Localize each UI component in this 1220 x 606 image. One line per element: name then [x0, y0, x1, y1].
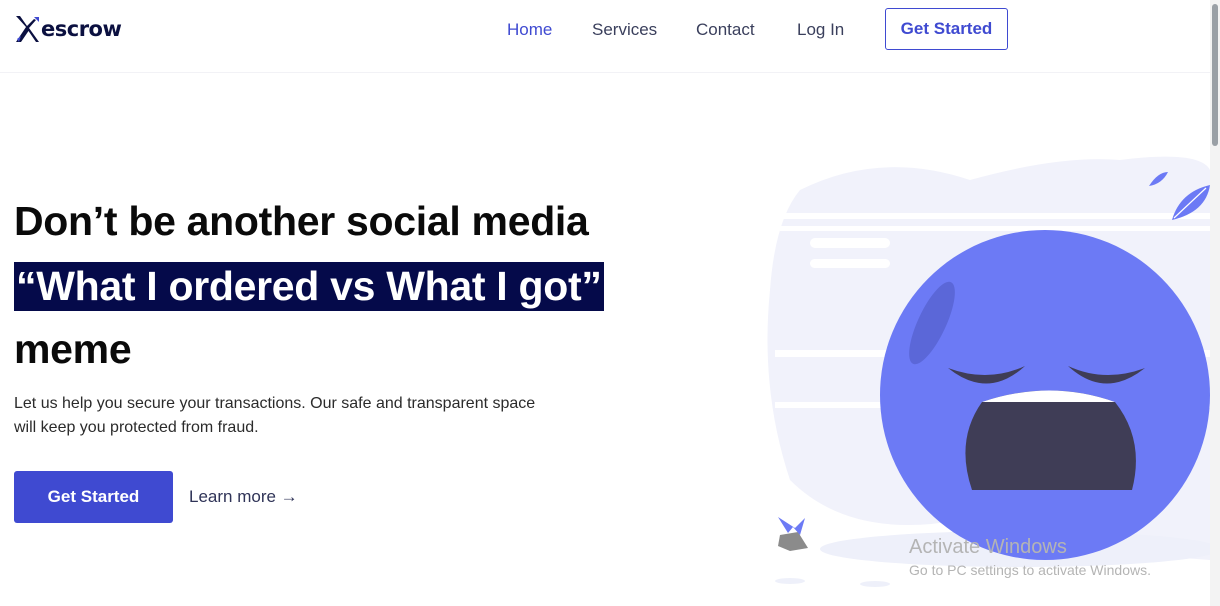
page-scrollbar[interactable]	[1210, 0, 1220, 606]
activate-windows-title: Activate Windows	[909, 536, 1067, 558]
learn-more-link[interactable]: Learn more →	[189, 487, 298, 507]
hero-subtitle: Let us help you secure your transactions…	[14, 395, 536, 436]
hero-title-line3: meme	[14, 326, 132, 372]
scrollbar-thumb[interactable]	[1212, 4, 1218, 146]
site-header: escrow Home Services Contact Log In Get …	[0, 0, 1210, 73]
brand-logo[interactable]: escrow	[14, 12, 122, 46]
header-get-started-button[interactable]: Get Started	[885, 8, 1008, 50]
nav-home[interactable]: Home	[507, 20, 552, 40]
hero-title-line1: Don’t be another social media	[14, 198, 589, 244]
activate-windows-subtitle: Go to PC settings to activate Windows.	[909, 562, 1151, 578]
brand-name: escrow	[41, 17, 122, 41]
nav-contact[interactable]: Contact	[696, 20, 755, 40]
crying-face-icon	[767, 156, 1210, 587]
escrow-x-logo-icon	[16, 16, 39, 42]
nav-login[interactable]: Log In	[797, 20, 844, 40]
hero-title-highlight: “What I ordered vs What I got”	[14, 262, 604, 311]
hero-get-started-button[interactable]: Get Started	[14, 471, 173, 523]
nav-services[interactable]: Services	[592, 20, 657, 40]
rock-icon	[778, 517, 808, 551]
